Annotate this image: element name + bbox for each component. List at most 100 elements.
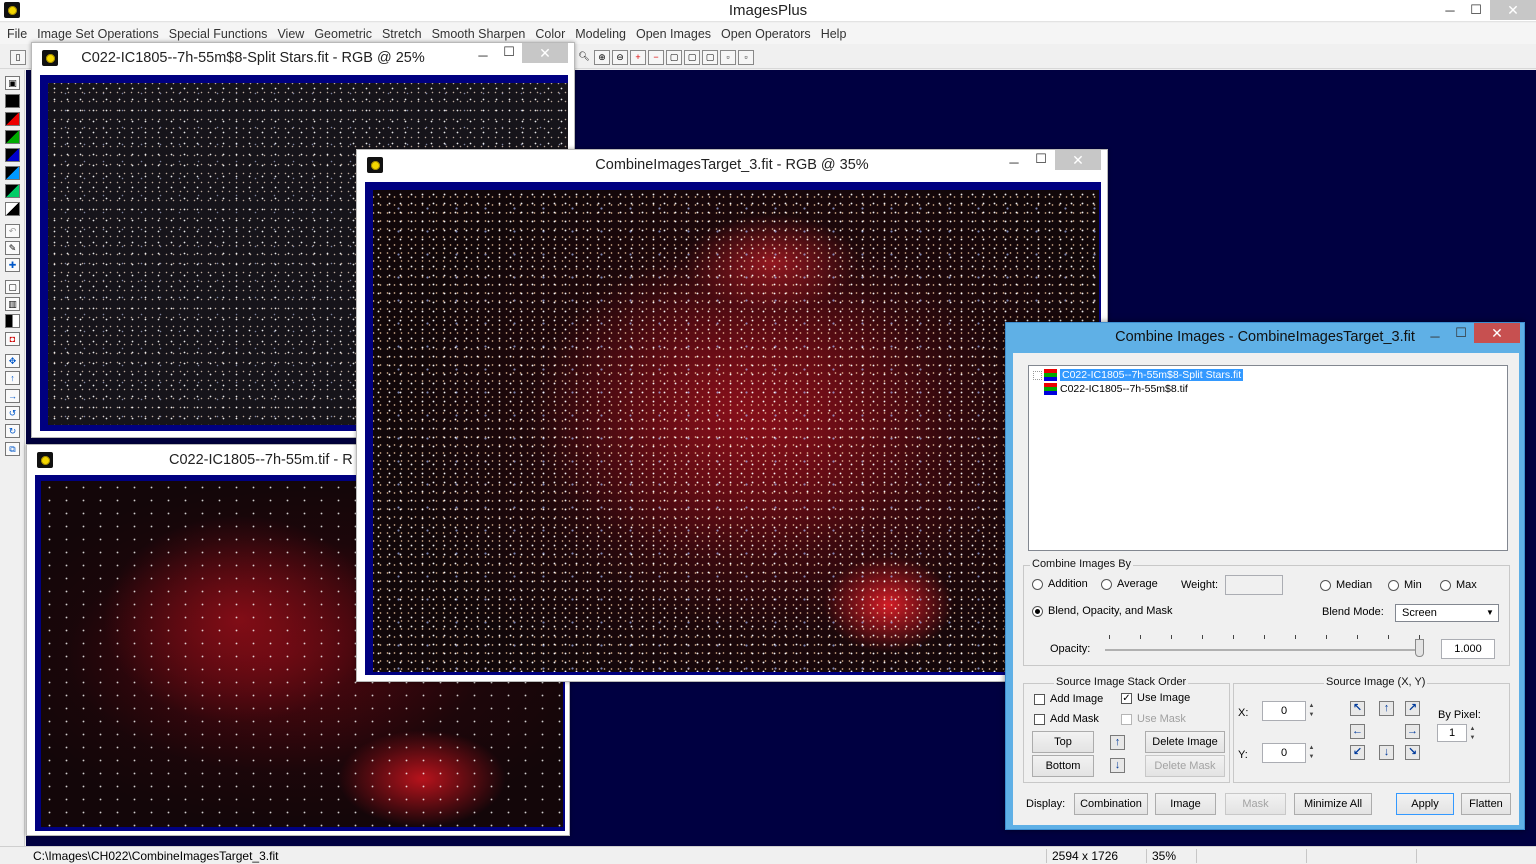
menu-help[interactable]: Help bbox=[816, 27, 852, 41]
arrow-up-icon[interactable]: ↑ bbox=[1379, 701, 1394, 716]
rotate-left-icon[interactable]: ↺ bbox=[5, 406, 20, 420]
close-icon[interactable]: ✕ bbox=[1474, 323, 1520, 343]
crosshair-icon[interactable]: ✚ bbox=[5, 258, 20, 272]
apply-button[interactable]: Apply bbox=[1396, 793, 1454, 815]
zoom-out-icon[interactable]: ⊖ bbox=[612, 50, 628, 65]
min-radio[interactable]: Min bbox=[1388, 579, 1422, 591]
window-layout-4-icon[interactable]: ▫ bbox=[720, 50, 736, 65]
x-input[interactable]: 0 bbox=[1262, 701, 1306, 721]
zoom-in-red-icon[interactable]: + bbox=[630, 50, 646, 65]
window-titlebar[interactable]: CombineImagesTarget_3.fit - RGB @ 35% ─ … bbox=[357, 150, 1107, 180]
luminance-channel-icon[interactable] bbox=[5, 166, 20, 180]
copy-icon[interactable]: ⧉ bbox=[5, 442, 20, 456]
window-layout-3-icon[interactable]: ▢ bbox=[702, 50, 718, 65]
maximize-icon[interactable]: ☐ bbox=[1450, 325, 1472, 343]
zoom-fit-icon[interactable]: ⊕ bbox=[594, 50, 610, 65]
move-icon[interactable]: ✥ bbox=[5, 354, 20, 368]
average-radio[interactable]: Average bbox=[1101, 578, 1158, 590]
list-item[interactable]: C022-IC1805--7h-55m$8-Split Stars.fit bbox=[1033, 368, 1244, 382]
blue-channel-icon[interactable] bbox=[5, 148, 20, 162]
x-spinner[interactable]: ▲ ▼ bbox=[1307, 702, 1316, 720]
menu-stretch[interactable]: Stretch bbox=[377, 27, 427, 41]
add-image-checkbox[interactable]: Add Image bbox=[1034, 693, 1103, 705]
by-pixel-spinner[interactable]: ▲ ▼ bbox=[1468, 725, 1477, 743]
menu-special-functions[interactable]: Special Functions bbox=[164, 27, 273, 41]
source-image-list[interactable]: C022-IC1805--7h-55m$8-Split Stars.fit C0… bbox=[1028, 365, 1508, 551]
chevron-down-icon[interactable]: ▼ bbox=[1482, 605, 1498, 621]
arrow-left-icon[interactable]: ← bbox=[1350, 724, 1365, 739]
image-window-combine-target[interactable]: CombineImagesTarget_3.fit - RGB @ 35% ─ … bbox=[356, 149, 1108, 682]
maximize-icon[interactable]: ☐ bbox=[498, 44, 520, 62]
mask-icon[interactable] bbox=[5, 202, 20, 216]
black-channel-icon[interactable] bbox=[5, 94, 20, 108]
addition-radio[interactable]: Addition bbox=[1032, 578, 1088, 590]
select-rect-icon[interactable]: ▢ bbox=[5, 280, 20, 294]
menu-smooth-sharpen[interactable]: Smooth Sharpen bbox=[427, 27, 531, 41]
maximize-icon[interactable]: ☐ bbox=[1462, 0, 1490, 20]
flatten-button[interactable]: Flatten bbox=[1461, 793, 1511, 815]
window-titlebar[interactable]: C022-IC1805--7h-55m$8-Split Stars.fit - … bbox=[32, 43, 574, 73]
image-button[interactable]: Image bbox=[1155, 793, 1216, 815]
top-button[interactable]: Top bbox=[1032, 731, 1094, 753]
menu-color[interactable]: Color bbox=[530, 27, 570, 41]
new-file-icon[interactable]: ▯ bbox=[10, 50, 26, 65]
pencil-icon[interactable]: ✎ bbox=[5, 241, 20, 255]
arrow-up-icon[interactable]: ↑ bbox=[1110, 735, 1125, 750]
green-channel-icon[interactable] bbox=[5, 130, 20, 144]
window-layout-1-icon[interactable]: ▢ bbox=[666, 50, 682, 65]
maximize-icon[interactable]: ☐ bbox=[1030, 151, 1052, 169]
arrow-down-icon[interactable]: ↓ bbox=[1379, 745, 1394, 760]
rotate-right-icon[interactable]: ↻ bbox=[5, 424, 20, 438]
window-layout-5-icon[interactable]: ▫ bbox=[738, 50, 754, 65]
delete-image-button[interactable]: Delete Image bbox=[1145, 731, 1225, 753]
weight-input[interactable] bbox=[1225, 575, 1283, 595]
add-mask-checkbox[interactable]: Add Mask bbox=[1034, 713, 1099, 725]
window-layout-2-icon[interactable]: ▢ bbox=[684, 50, 700, 65]
arrow-up-icon[interactable]: ↑ bbox=[5, 371, 20, 385]
minimize-icon[interactable]: ─ bbox=[1424, 329, 1446, 347]
y-input[interactable]: 0 bbox=[1262, 743, 1306, 763]
list-item[interactable]: C022-IC1805--7h-55m$8.tif bbox=[1033, 382, 1188, 396]
menu-image-set-operations[interactable]: Image Set Operations bbox=[32, 27, 164, 41]
arrow-right-icon[interactable]: → bbox=[5, 389, 20, 403]
combination-button[interactable]: Combination bbox=[1074, 793, 1148, 815]
opacity-slider-thumb[interactable] bbox=[1415, 639, 1424, 657]
y-spinner[interactable]: ▲ ▼ bbox=[1307, 744, 1316, 762]
combine-images-dialog[interactable]: Combine Images - CombineImagesTarget_3.f… bbox=[1005, 322, 1525, 830]
arrow-up-right-icon[interactable]: ↗ bbox=[1405, 701, 1420, 716]
arrow-down-right-icon[interactable]: ↘ bbox=[1405, 745, 1420, 760]
minimize-all-button[interactable]: Minimize All bbox=[1294, 793, 1372, 815]
menu-file[interactable]: File bbox=[2, 27, 32, 41]
bottom-button[interactable]: Bottom bbox=[1032, 755, 1094, 777]
blend-mode-select[interactable]: Screen ▼ bbox=[1395, 604, 1499, 622]
arrow-right-icon[interactable]: → bbox=[1405, 724, 1420, 739]
blend-opacity-mask-radio[interactable]: Blend, Opacity, and Mask bbox=[1032, 605, 1173, 617]
color-channel-icon[interactable] bbox=[5, 184, 20, 198]
menu-modeling[interactable]: Modeling bbox=[570, 27, 631, 41]
median-radio[interactable]: Median bbox=[1320, 579, 1372, 591]
levels-icon[interactable] bbox=[5, 314, 20, 328]
arrow-down-icon[interactable]: ↓ bbox=[1110, 758, 1125, 773]
save-icon[interactable]: ▣ bbox=[5, 76, 20, 90]
mask-button[interactable]: Mask bbox=[1225, 793, 1286, 815]
by-pixel-input[interactable]: 1 bbox=[1437, 724, 1467, 742]
red-channel-icon[interactable] bbox=[5, 112, 20, 126]
histogram-icon[interactable]: ▥ bbox=[5, 297, 20, 311]
zoom-out-red-icon[interactable]: − bbox=[648, 50, 664, 65]
opacity-input[interactable]: 1.000 bbox=[1441, 639, 1495, 659]
zoom-icon[interactable]: 🔍︎ bbox=[576, 50, 592, 65]
tree-expander-icon[interactable] bbox=[1033, 370, 1042, 380]
menu-open-images[interactable]: Open Images bbox=[631, 27, 716, 41]
menu-view[interactable]: View bbox=[272, 27, 309, 41]
use-image-checkbox[interactable]: ✓ Use Image bbox=[1121, 692, 1190, 704]
close-icon[interactable]: ✕ bbox=[1055, 150, 1101, 170]
minimize-icon[interactable]: ─ bbox=[1003, 155, 1025, 173]
minimize-icon[interactable]: ─ bbox=[472, 48, 494, 66]
minimize-icon[interactable]: ─ bbox=[1436, 0, 1464, 20]
opacity-slider-track[interactable] bbox=[1105, 649, 1423, 651]
close-icon[interactable]: ✕ bbox=[522, 43, 568, 63]
menu-open-operators[interactable]: Open Operators bbox=[716, 27, 816, 41]
arrow-up-left-icon[interactable]: ↖ bbox=[1350, 701, 1365, 716]
close-icon[interactable]: ✕ bbox=[1490, 0, 1536, 20]
menu-geometric[interactable]: Geometric bbox=[309, 27, 377, 41]
